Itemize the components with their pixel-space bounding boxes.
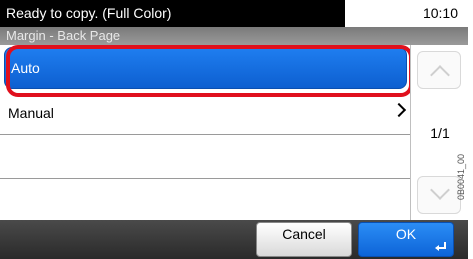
option-auto[interactable]: Auto xyxy=(4,47,407,89)
option-auto-label: Auto xyxy=(11,60,40,76)
option-list: Auto Manual xyxy=(0,45,410,220)
cancel-button[interactable]: Cancel xyxy=(256,222,352,257)
option-empty-1 xyxy=(0,135,410,179)
image-code: 0B0041_00 xyxy=(456,153,466,200)
option-manual[interactable]: Manual xyxy=(0,91,410,135)
chevron-right-icon xyxy=(391,102,407,118)
scroll-down-button[interactable] xyxy=(417,176,461,214)
ok-button-label: OK xyxy=(395,226,417,242)
page-indicator: 1/1 xyxy=(430,125,450,141)
footer-bar: Cancel OK xyxy=(0,220,468,259)
status-bar: Ready to copy. (Full Color) 10:10 xyxy=(0,0,468,27)
option-empty-2 xyxy=(0,179,410,223)
ok-button[interactable]: OK xyxy=(358,222,454,257)
cancel-button-label: Cancel xyxy=(282,226,326,242)
status-message: Ready to copy. (Full Color) xyxy=(0,0,345,27)
copy-margin-screen: Ready to copy. (Full Color) 10:10 Margin… xyxy=(0,0,468,259)
page-title: Margin - Back Page xyxy=(6,28,121,43)
chevron-down-icon xyxy=(430,180,450,200)
chevron-up-icon xyxy=(430,65,450,85)
enter-icon xyxy=(435,242,446,251)
scroll-up-button[interactable] xyxy=(417,51,461,89)
option-manual-label: Manual xyxy=(8,105,54,121)
status-time: 10:10 xyxy=(422,5,458,21)
screen-header: Margin - Back Page xyxy=(0,27,468,45)
